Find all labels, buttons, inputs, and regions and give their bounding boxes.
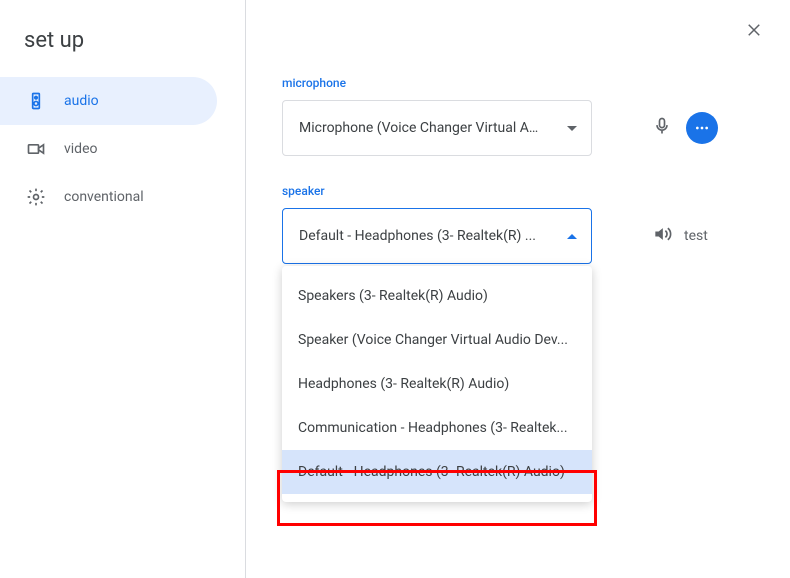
- test-label: test: [684, 228, 708, 244]
- sidebar-item-video[interactable]: video: [0, 125, 217, 173]
- microphone-select[interactable]: Microphone (Voice Changer Virtual A...: [282, 100, 592, 156]
- sidebar-item-label: conventional: [64, 189, 144, 205]
- sidebar-item-audio[interactable]: audio: [0, 77, 217, 125]
- test-speaker-button[interactable]: test: [652, 224, 708, 248]
- video-icon: [24, 137, 48, 161]
- main-content: microphone Microphone (Voice Changer Vir…: [246, 0, 790, 578]
- more-options-button[interactable]: [686, 112, 718, 144]
- speaker-option[interactable]: Speaker (Voice Changer Virtual Audio Dev…: [282, 318, 592, 362]
- speaker-icon: [24, 89, 48, 113]
- speaker-select[interactable]: Default - Headphones (3- Realtek(R) ...: [282, 208, 592, 264]
- gear-icon: [24, 185, 48, 209]
- speaker-selected-text: Default - Headphones (3- Realtek(R) ...: [299, 228, 536, 244]
- chevron-down-icon: [567, 126, 577, 131]
- microphone-icon: [652, 116, 672, 140]
- close-button[interactable]: [742, 18, 766, 42]
- speaker-option[interactable]: Headphones (3- Realtek(R) Audio): [282, 362, 592, 406]
- page-title: set up: [0, 20, 245, 77]
- speaker-dropdown-menu: Speakers (3- Realtek(R) Audio) Speaker (…: [282, 266, 592, 502]
- speaker-option-selected[interactable]: Default - Headphones (3- Realtek(R) Audi…: [282, 450, 592, 494]
- chevron-up-icon: [567, 234, 577, 239]
- speaker-option[interactable]: Speakers (3- Realtek(R) Audio): [282, 274, 592, 318]
- volume-icon: [652, 224, 672, 248]
- sidebar-item-label: audio: [64, 93, 99, 109]
- sidebar-item-conventional[interactable]: conventional: [0, 173, 217, 221]
- speaker-label: speaker: [282, 184, 760, 198]
- microphone-selected-text: Microphone (Voice Changer Virtual A...: [299, 120, 539, 136]
- sidebar: set up audio video conventional: [0, 0, 246, 578]
- speaker-option[interactable]: Communication - Headphones (3- Realtek..…: [282, 406, 592, 450]
- microphone-label: microphone: [282, 76, 760, 90]
- sidebar-item-label: video: [64, 141, 98, 157]
